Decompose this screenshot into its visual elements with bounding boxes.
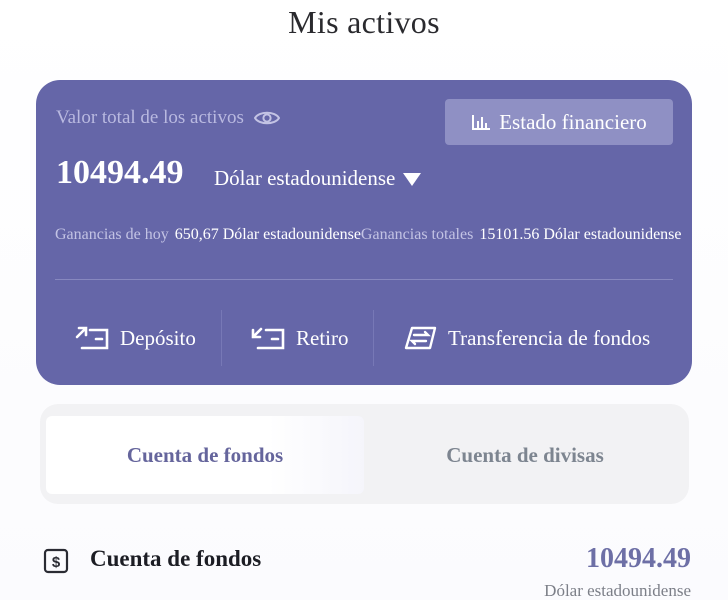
deposit-icon [75,326,109,350]
today-earnings-value: 650,67 Dólar estadounidense [174,226,361,243]
separator [221,310,222,366]
account-amount: 10494.49 [586,543,691,574]
transfer-funds-button[interactable]: Transferencia de fondos [402,308,650,368]
total-assets-label-row: Valor total de los activos [56,107,281,129]
account-row[interactable]: $ Cuenta de fondos 10494.49 Dólar estado… [40,540,692,600]
transfer-icon [404,326,437,350]
svg-text:$: $ [52,554,61,571]
total-assets-label: Valor total de los activos [56,107,244,128]
page-title: Mis activos [288,4,440,40]
withdraw-label: Retiro [296,325,349,350]
withdraw-icon [251,327,285,350]
bar-chart-icon [472,115,491,130]
currency-label: Dólar estadounidense [214,166,396,190]
account-currency: Dólar estadounidense [544,581,691,600]
deposit-button[interactable]: Depósito [74,308,196,368]
currency-selector[interactable]: Dólar estadounidense [214,166,422,191]
transfer-funds-label: Transferencia de fondos [448,325,651,350]
financial-statement-button[interactable]: Estado financiero [445,99,673,145]
action-bar: Depósito Retiro Transferencia de fondos [36,308,692,368]
deposit-label: Depósito [120,325,196,350]
financial-statement-label: Estado financiero [499,109,647,134]
caret-down-icon [403,173,422,186]
tab-currency-account[interactable]: Cuenta de divisas [366,416,684,494]
account-tabs: Cuenta de fondos Cuenta de divisas [40,404,689,504]
today-earnings-label: Ganancias de hoy [55,226,169,243]
divider [55,279,673,280]
dollar-doc-icon: $ [43,548,69,574]
eye-icon[interactable] [253,109,281,127]
earnings-row: Ganancias de hoy 650,67 Dólar estadounide… [55,226,682,244]
separator [373,310,374,366]
withdraw-button[interactable]: Retiro [250,308,349,368]
asset-summary-card: Valor total de los activos Estado financ… [36,80,692,385]
total-amount: 10494.49 [56,154,184,191]
tab-fund-account[interactable]: Cuenta de fondos [46,416,364,494]
account-title: Cuenta de fondos [90,546,262,571]
total-earnings-label: Ganancias totales [360,226,474,243]
total-earnings-value: 15101.56 Dólar estadounidense [479,226,682,243]
